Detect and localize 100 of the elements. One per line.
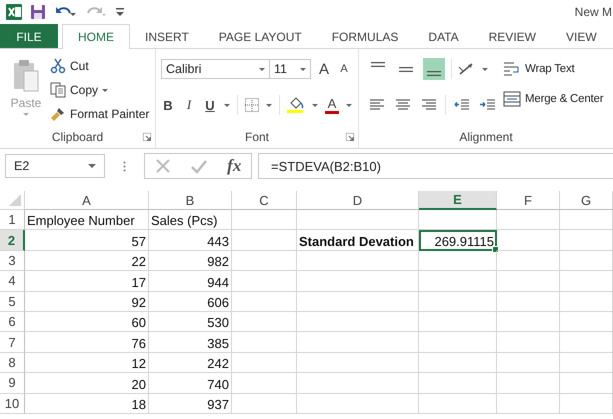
active-cell[interactable]: 269.91115 — [419, 230, 497, 251]
column-header[interactable]: E — [419, 191, 497, 210]
caret-icon[interactable] — [224, 104, 230, 106]
table-cell — [232, 394, 297, 414]
table-cell — [497, 394, 560, 414]
name-box[interactable]: E2 — [5, 154, 105, 178]
cut-button[interactable]: Cut — [50, 55, 150, 77]
column-header[interactable]: B — [149, 191, 232, 210]
table-cell — [232, 352, 297, 374]
table-cell — [232, 292, 297, 312]
row-header[interactable]: 2 — [0, 230, 25, 251]
table-cell — [232, 210, 297, 230]
table-cell — [560, 230, 613, 251]
decrease-indent-icon[interactable] — [454, 98, 470, 112]
customize-toolbar-icon[interactable] — [116, 8, 124, 16]
file-tab[interactable]: FILE — [0, 24, 58, 48]
dialog-launcher-icon[interactable] — [346, 133, 354, 141]
font-size-dropdown[interactable]: 11 — [269, 59, 311, 79]
table-cell — [497, 230, 560, 251]
table-cell — [232, 250, 297, 272]
table-cell — [560, 352, 613, 374]
checkmark-icon[interactable] — [190, 158, 208, 174]
column-header[interactable]: A — [25, 191, 149, 210]
table-cell: 937 — [149, 394, 232, 414]
table-cell: 443 — [149, 230, 232, 251]
table-cell: Standard Devation — [297, 230, 419, 251]
bottom-align-button[interactable] — [423, 58, 445, 80]
font-name-dropdown[interactable]: Calibri — [161, 59, 270, 79]
group-label: Alignment — [459, 130, 513, 144]
save-icon[interactable] — [30, 4, 46, 20]
table-cell: 982 — [149, 250, 232, 272]
table-cell — [497, 373, 560, 394]
caret-icon[interactable] — [346, 104, 352, 106]
increase-indent-icon[interactable] — [480, 98, 496, 112]
table-cell — [232, 332, 297, 353]
insert-function-button[interactable]: fx — [227, 156, 242, 176]
underline-button[interactable]: U — [203, 98, 217, 112]
caret-icon[interactable] — [312, 104, 318, 106]
column-header[interactable]: C — [232, 191, 297, 210]
align-lines-icon — [427, 71, 441, 76]
row-header[interactable]: 7 — [0, 332, 25, 353]
increase-font-size-button[interactable]: A — [317, 60, 331, 78]
table-cell — [497, 292, 560, 312]
row-header[interactable]: 6 — [0, 312, 25, 332]
ribbon-tab[interactable]: FORMULAS — [316, 24, 414, 48]
table-cell — [560, 373, 613, 394]
ribbon-tab[interactable]: PAGE LAYOUT — [204, 24, 317, 48]
font-color-button[interactable]: A — [325, 96, 339, 114]
caret-icon — [259, 68, 265, 70]
table-cell — [232, 230, 297, 251]
wrap-text-button[interactable]: Wrap Text — [503, 58, 604, 80]
table-cell — [497, 352, 560, 374]
ribbon-tab[interactable]: HOME — [62, 24, 130, 49]
scissors-icon — [50, 58, 66, 74]
table-cell — [232, 373, 297, 394]
align-left-icon[interactable] — [369, 98, 385, 112]
table-cell — [497, 312, 560, 332]
row-header[interactable]: 5 — [0, 292, 25, 312]
table-cell: 606 — [149, 292, 232, 312]
row-header[interactable]: 8 — [0, 352, 25, 374]
align-right-icon[interactable] — [421, 98, 437, 112]
table-cell: 740 — [149, 373, 232, 394]
ribbon-tab[interactable]: VIEW — [550, 24, 612, 48]
align-lines-icon — [399, 66, 413, 72]
table-cell: 17 — [25, 271, 149, 292]
caret-icon — [102, 88, 108, 92]
borders-icon[interactable] — [245, 98, 259, 112]
row-header[interactable]: 3 — [0, 250, 25, 272]
italic-button[interactable]: I — [182, 97, 196, 113]
fill-handle[interactable] — [492, 246, 499, 253]
table-cell — [560, 271, 613, 292]
group-label: Clipboard — [52, 130, 104, 144]
formula-field[interactable]: =STDEVA(B2:B10) — [258, 153, 613, 179]
table-cell: 60 — [25, 312, 149, 332]
column-header[interactable]: F — [497, 191, 560, 210]
table-cell: 530 — [149, 312, 232, 332]
format-painter-button[interactable]: Format Painter — [50, 103, 150, 125]
row-header[interactable]: 4 — [0, 271, 25, 292]
spreadsheet-logo-icon[interactable] — [6, 4, 22, 20]
column-header[interactable]: G — [560, 191, 613, 210]
fill-color-icon[interactable] — [287, 97, 305, 113]
row-header[interactable]: 9 — [0, 373, 25, 394]
ribbon-tab[interactable]: DATA — [413, 24, 474, 48]
window-title: New M — [574, 5, 612, 19]
ribbon-tab[interactable]: REVIEW — [474, 24, 551, 48]
align-center-icon[interactable] — [395, 98, 411, 112]
table-cell: 92 — [25, 292, 149, 312]
table-cell — [560, 394, 613, 414]
caret-icon[interactable] — [482, 68, 488, 70]
caret-icon[interactable] — [266, 104, 272, 106]
dialog-launcher-icon[interactable] — [143, 133, 151, 141]
table-cell: 242 — [149, 352, 232, 374]
row-header[interactable]: 10 — [0, 394, 25, 414]
merge-center-button[interactable]: Merge & Center — [503, 88, 604, 110]
caret-icon — [300, 68, 306, 70]
bold-button[interactable]: B — [161, 98, 175, 112]
table-cell — [232, 271, 297, 292]
ribbon-tab[interactable]: INSERT — [130, 24, 204, 48]
copy-button[interactable]: Copy — [50, 79, 150, 101]
decrease-font-size-button[interactable]: A — [337, 63, 351, 75]
